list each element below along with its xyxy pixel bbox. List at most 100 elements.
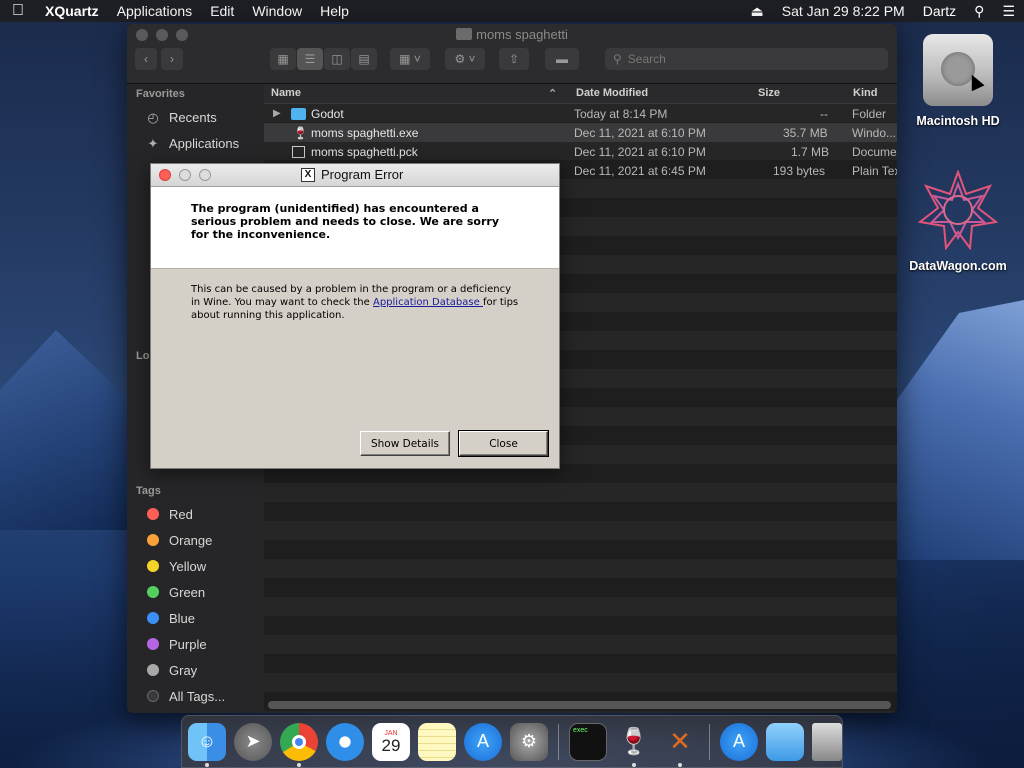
- sidebar-tag-green[interactable]: Green: [127, 579, 264, 605]
- dialog-header: The program (unidentified) has encounter…: [151, 187, 559, 269]
- gray-tag-dot: [147, 664, 159, 676]
- sidebar-item-label: Purple: [169, 636, 207, 652]
- sidebar-item-label: Yellow: [169, 558, 207, 574]
- dock: ☺ ➤ JAN 29 A ⚙ exec 🍷 ✕ A: [181, 715, 843, 768]
- column-view-button[interactable]: ◫: [324, 48, 350, 70]
- menu-user[interactable]: Dartz: [914, 3, 965, 19]
- tags-icon[interactable]: ▬: [545, 48, 579, 70]
- sidebar-item-applications[interactable]: ✦ Applications: [127, 130, 264, 156]
- column-kind[interactable]: Kind: [853, 87, 877, 99]
- chrome-icon[interactable]: [280, 722, 318, 767]
- folder-icon: [456, 28, 473, 40]
- program-error-dialog: X Program Error The program (unidentifie…: [150, 163, 560, 469]
- launchpad-icon[interactable]: ➤: [234, 722, 272, 761]
- purple-tag-dot: [147, 638, 159, 650]
- system-preferences-gear-icon[interactable]: ⚙: [510, 722, 548, 761]
- file-size: 1.7 MB: [791, 145, 830, 159]
- search-input[interactable]: ⚲ Search: [605, 48, 888, 70]
- file-name: moms spaghetti.exe: [311, 126, 419, 140]
- sidebar-item-label: Recents: [169, 109, 217, 125]
- calendar-icon[interactable]: JAN 29: [372, 722, 410, 761]
- sidebar-all-tags[interactable]: All Tags...: [127, 683, 264, 709]
- sidebar-tag-yellow[interactable]: Yellow: [127, 553, 264, 579]
- notes-icon[interactable]: [418, 722, 456, 761]
- finder-icon[interactable]: ☺: [188, 722, 226, 767]
- tags-header: Tags: [136, 485, 161, 497]
- gallery-view-button[interactable]: ▤: [351, 48, 377, 70]
- file-kind: Plain Tex: [852, 164, 897, 178]
- sidebar-item-recents[interactable]: ◴ Recents: [127, 104, 264, 130]
- sidebar-tag-red[interactable]: Red: [127, 501, 264, 527]
- calendar-day: 29: [381, 735, 401, 755]
- group-by-button[interactable]: ▦ ˅: [390, 48, 430, 70]
- sidebar-item-label: Gray: [169, 662, 198, 678]
- document-icon: [292, 146, 305, 158]
- menu-edit[interactable]: Edit: [201, 3, 243, 19]
- notification-center-icon[interactable]: ☰: [993, 3, 1024, 20]
- dialog-minimize-button[interactable]: [179, 169, 191, 181]
- sidebar-tag-blue[interactable]: Blue: [127, 605, 264, 631]
- table-row[interactable]: 🍷 moms spaghetti.exe Dec 11, 2021 at 6:1…: [264, 123, 897, 142]
- column-date-modified[interactable]: Date Modified: [576, 87, 648, 99]
- sidebar-item-label: All Tags...: [169, 688, 226, 704]
- xquartz-icon: X: [301, 167, 315, 182]
- spotlight-search-icon[interactable]: ⚲: [965, 3, 993, 20]
- finder-titlebar: moms spaghetti ‹ › ▦ ☰ ◫ ▤ ▦ ˅ ⚙ ˅ ⇧ ▬ ⚲…: [127, 24, 897, 84]
- file-name: Godot: [311, 107, 344, 121]
- desktop-icon-datawagon[interactable]: DataWagon.com: [903, 169, 1013, 273]
- menu-help[interactable]: Help: [311, 3, 358, 19]
- icon-view-button[interactable]: ▦: [270, 48, 296, 70]
- column-size[interactable]: Size: [758, 87, 780, 99]
- trash-icon[interactable]: [812, 722, 842, 761]
- menu-applications[interactable]: Applications: [108, 3, 202, 19]
- safari-compass-icon[interactable]: [326, 722, 364, 761]
- table-row[interactable]: ▶ Godot Today at 8:14 PM -- Folder: [264, 104, 897, 123]
- sidebar-item-label: Red: [169, 506, 193, 522]
- search-placeholder: Search: [627, 52, 666, 66]
- show-details-button[interactable]: Show Details: [360, 431, 450, 456]
- app-store-downloads-icon[interactable]: A: [720, 722, 758, 761]
- share-icon[interactable]: ⇧: [499, 48, 529, 70]
- xquartz-x-icon[interactable]: ✕: [661, 723, 699, 767]
- list-view-button[interactable]: ☰: [297, 48, 323, 70]
- column-header-row: Name ⌃ Date Modified Size Kind: [264, 84, 897, 104]
- sort-chevron-icon: ⌃: [548, 88, 558, 100]
- horizontal-scrollbar[interactable]: [268, 701, 891, 709]
- forward-button[interactable]: ›: [161, 48, 183, 70]
- close-button[interactable]: Close: [458, 430, 549, 457]
- back-button[interactable]: ‹: [135, 48, 157, 70]
- apple-menu-icon[interactable]: : [0, 2, 36, 20]
- menu-window[interactable]: Window: [243, 3, 311, 19]
- menu-app-name[interactable]: XQuartz: [36, 3, 108, 19]
- dialog-headline: The program (unidentified) has encounter…: [191, 202, 499, 241]
- file-date: Today at 8:14 PM: [574, 107, 668, 121]
- sidebar-tag-gray[interactable]: Gray: [127, 657, 264, 683]
- terminal-icon[interactable]: exec: [569, 722, 607, 761]
- desktop-icon-macintosh-hd[interactable]: Macintosh HD: [903, 34, 1013, 128]
- file-size: --: [820, 107, 828, 121]
- file-date: Dec 11, 2021 at 6:10 PM: [574, 126, 706, 140]
- wine-glass-icon: 🍷: [293, 126, 308, 140]
- file-size: 193 bytes: [773, 164, 826, 178]
- table-row[interactable]: moms spaghetti.pck Dec 11, 2021 at 6:10 …: [264, 142, 897, 161]
- file-size: 35.7 MB: [783, 126, 828, 140]
- disclosure-triangle-icon[interactable]: ▶: [273, 108, 281, 119]
- datawagon-logo-icon: [917, 169, 999, 251]
- application-database-link[interactable]: Application Database: [373, 297, 483, 308]
- eject-icon[interactable]: ⏏: [742, 3, 773, 20]
- menu-bar:  XQuartz Applications Edit Window Help …: [0, 0, 1024, 22]
- column-name[interactable]: Name: [271, 87, 301, 99]
- dialog-zoom-button[interactable]: [199, 169, 211, 181]
- finder-toolbar: ‹ › ▦ ☰ ◫ ▤ ▦ ˅ ⚙ ˅ ⇧ ▬ ⚲ Search: [127, 48, 897, 72]
- downloads-folder-icon[interactable]: [766, 722, 804, 761]
- sidebar-tag-purple[interactable]: Purple: [127, 631, 264, 657]
- dock-separator: [558, 723, 559, 760]
- wine-glass-icon[interactable]: 🍷: [615, 723, 653, 767]
- sidebar-tag-orange[interactable]: Orange: [127, 527, 264, 553]
- action-gear-icon[interactable]: ⚙ ˅: [445, 48, 485, 70]
- dialog-close-button[interactable]: [159, 169, 171, 181]
- dialog-title: Program Error: [321, 167, 404, 182]
- menu-clock[interactable]: Sat Jan 29 8:22 PM: [773, 3, 914, 19]
- app-store-icon[interactable]: A: [464, 722, 502, 761]
- folder-icon: [291, 108, 306, 120]
